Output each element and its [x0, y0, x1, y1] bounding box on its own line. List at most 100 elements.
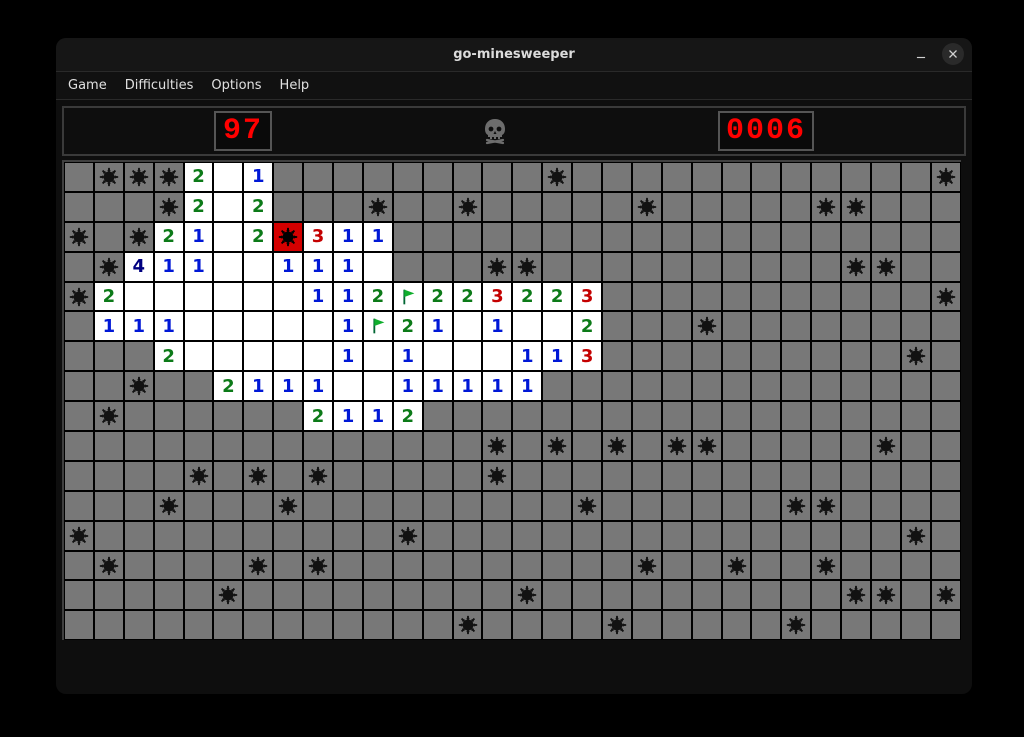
cell[interactable]	[363, 491, 393, 521]
cell[interactable]	[542, 401, 572, 431]
cell[interactable]	[453, 431, 483, 461]
cell[interactable]	[273, 610, 303, 640]
cell[interactable]	[572, 580, 602, 610]
cell[interactable]	[363, 521, 393, 551]
cell[interactable]	[722, 222, 752, 252]
cell[interactable]	[931, 371, 961, 401]
cell[interactable]	[333, 431, 363, 461]
cell[interactable]	[871, 521, 901, 551]
cell[interactable]	[722, 341, 752, 371]
cell[interactable]	[363, 551, 393, 581]
cell[interactable]	[751, 521, 781, 551]
cell[interactable]	[811, 341, 841, 371]
cell[interactable]	[602, 461, 632, 491]
cell[interactable]	[124, 521, 154, 551]
cell[interactable]	[781, 431, 811, 461]
cell[interactable]	[64, 610, 94, 640]
cell[interactable]	[781, 192, 811, 222]
cell[interactable]	[243, 580, 273, 610]
cell[interactable]	[871, 311, 901, 341]
cell[interactable]	[572, 401, 602, 431]
cell[interactable]	[632, 521, 662, 551]
cell[interactable]	[303, 610, 333, 640]
cell[interactable]	[512, 192, 542, 222]
cell[interactable]	[423, 491, 453, 521]
cell[interactable]	[781, 282, 811, 312]
cell[interactable]	[751, 192, 781, 222]
cell[interactable]	[154, 431, 184, 461]
cell[interactable]	[423, 521, 453, 551]
cell[interactable]	[94, 371, 124, 401]
cell[interactable]	[901, 401, 931, 431]
cell[interactable]	[453, 521, 483, 551]
cell[interactable]	[751, 341, 781, 371]
cell[interactable]	[393, 551, 423, 581]
cell[interactable]	[692, 491, 722, 521]
cell[interactable]	[572, 192, 602, 222]
cell[interactable]	[482, 521, 512, 551]
cell[interactable]	[423, 252, 453, 282]
cell[interactable]	[423, 401, 453, 431]
cell[interactable]	[662, 521, 692, 551]
cell[interactable]	[542, 461, 572, 491]
cell[interactable]	[482, 192, 512, 222]
cell[interactable]	[602, 371, 632, 401]
cell[interactable]	[393, 461, 423, 491]
cell[interactable]	[931, 431, 961, 461]
close-button[interactable]	[942, 43, 964, 65]
cell[interactable]	[871, 371, 901, 401]
cell[interactable]	[303, 491, 333, 521]
cell[interactable]	[94, 580, 124, 610]
cell[interactable]	[662, 222, 692, 252]
cell[interactable]	[572, 222, 602, 252]
cell[interactable]	[213, 521, 243, 551]
cell[interactable]	[841, 401, 871, 431]
cell[interactable]	[393, 431, 423, 461]
cell[interactable]	[751, 461, 781, 491]
cell[interactable]	[482, 162, 512, 192]
cell[interactable]	[751, 610, 781, 640]
cell[interactable]	[303, 192, 333, 222]
cell[interactable]	[94, 341, 124, 371]
cell[interactable]	[64, 401, 94, 431]
cell[interactable]	[841, 162, 871, 192]
cell[interactable]	[632, 311, 662, 341]
cell[interactable]	[871, 222, 901, 252]
cell[interactable]	[423, 431, 453, 461]
cell[interactable]	[662, 610, 692, 640]
cell[interactable]	[154, 551, 184, 581]
cell[interactable]	[841, 282, 871, 312]
cell[interactable]	[94, 610, 124, 640]
cell[interactable]	[64, 311, 94, 341]
cell[interactable]	[64, 580, 94, 610]
cell[interactable]	[931, 610, 961, 640]
minimize-button[interactable]	[910, 43, 932, 65]
cell[interactable]	[363, 580, 393, 610]
cell[interactable]	[841, 341, 871, 371]
cell[interactable]	[303, 580, 333, 610]
cell[interactable]	[662, 461, 692, 491]
cell[interactable]	[154, 610, 184, 640]
cell[interactable]	[542, 371, 572, 401]
cell[interactable]	[722, 252, 752, 282]
cell[interactable]	[64, 192, 94, 222]
cell[interactable]	[662, 282, 692, 312]
cell[interactable]	[512, 461, 542, 491]
cell[interactable]	[273, 580, 303, 610]
cell[interactable]	[662, 192, 692, 222]
cell[interactable]	[423, 551, 453, 581]
cell[interactable]	[512, 431, 542, 461]
cell[interactable]	[871, 491, 901, 521]
cell[interactable]	[931, 461, 961, 491]
cell[interactable]	[841, 610, 871, 640]
cell[interactable]	[692, 401, 722, 431]
cell[interactable]	[333, 580, 363, 610]
cell[interactable]	[154, 461, 184, 491]
cell[interactable]	[602, 162, 632, 192]
cell[interactable]	[632, 341, 662, 371]
cell[interactable]	[333, 521, 363, 551]
cell[interactable]	[781, 580, 811, 610]
cell[interactable]	[692, 341, 722, 371]
cell[interactable]	[184, 610, 214, 640]
cell[interactable]	[572, 521, 602, 551]
